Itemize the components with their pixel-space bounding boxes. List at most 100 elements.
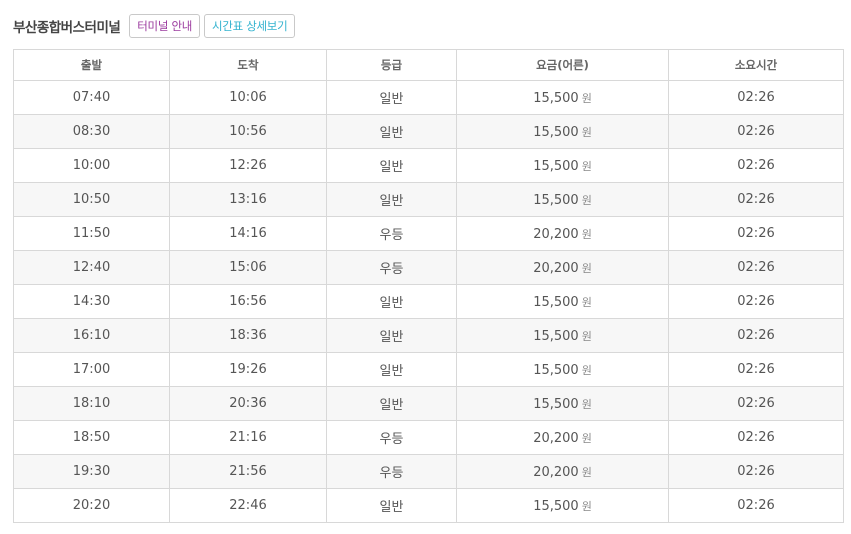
depart-time-cell: 18:10 <box>13 386 170 421</box>
terminal-header: 부산종합버스터미널 터미널 안내 시간표 상세보기 <box>13 12 299 40</box>
fare-cell: 20,200 원 <box>456 454 669 489</box>
terminal-info-button[interactable]: 터미널 안내 <box>129 14 201 38</box>
fare-amount: 15,500 <box>533 192 579 208</box>
grade-cell: 일반 <box>326 318 457 353</box>
arrive-time-cell: 13:16 <box>169 182 327 217</box>
fare-unit: 원 <box>581 499 592 513</box>
grade-cell: 일반 <box>326 182 457 217</box>
fare-amount: 20,200 <box>533 464 579 480</box>
fare-cell: 15,500 원 <box>456 318 669 353</box>
arrive-time-cell: 14:16 <box>169 216 327 251</box>
duration-cell: 02:26 <box>668 250 844 285</box>
depart-time-cell: 10:00 <box>13 148 170 183</box>
table-row: 20:20 22:46 일반 15,500 원 02:26 <box>13 488 844 523</box>
duration-cell: 02:26 <box>668 420 844 455</box>
depart-time-cell: 07:40 <box>13 80 170 115</box>
fare-unit: 원 <box>581 125 592 139</box>
arrive-time-cell: 22:46 <box>169 488 327 523</box>
fare-unit: 원 <box>581 193 592 207</box>
fare-cell: 20,200 원 <box>456 420 669 455</box>
fare-amount: 15,500 <box>533 90 579 106</box>
depart-time-cell: 12:40 <box>13 250 170 285</box>
grade-cell: 일반 <box>326 386 457 421</box>
table-row: 10:00 12:26 일반 15,500 원 02:26 <box>13 148 844 183</box>
fare-amount: 15,500 <box>533 328 579 344</box>
fare-unit: 원 <box>581 227 592 241</box>
arrive-time-cell: 20:36 <box>169 386 327 421</box>
fare-unit: 원 <box>581 261 592 275</box>
grade-cell: 일반 <box>326 284 457 319</box>
timetable-header: 출발 도착 등급 요금(어른) 소요시간 <box>13 49 844 81</box>
fare-amount: 15,500 <box>533 294 579 310</box>
arrive-time-cell: 15:06 <box>169 250 327 285</box>
timetable-detail-button[interactable]: 시간표 상세보기 <box>204 14 296 38</box>
fare-amount: 15,500 <box>533 396 579 412</box>
duration-cell: 02:26 <box>668 182 844 217</box>
fare-cell: 20,200 원 <box>456 250 669 285</box>
grade-cell: 일반 <box>326 488 457 523</box>
fare-unit: 원 <box>581 431 592 445</box>
arrive-time-cell: 19:26 <box>169 352 327 387</box>
table-row: 07:40 10:06 일반 15,500 원 02:26 <box>13 80 844 115</box>
grade-cell: 일반 <box>326 114 457 149</box>
table-row: 18:10 20:36 일반 15,500 원 02:26 <box>13 386 844 421</box>
grade-cell: 우등 <box>326 454 457 489</box>
arrive-time-cell: 10:06 <box>169 80 327 115</box>
fare-cell: 15,500 원 <box>456 80 669 115</box>
fare-cell: 15,500 원 <box>456 386 669 421</box>
arrive-time-cell: 10:56 <box>169 114 327 149</box>
fare-cell: 15,500 원 <box>456 488 669 523</box>
fare-amount: 20,200 <box>533 226 579 242</box>
depart-time-cell: 20:20 <box>13 488 170 523</box>
duration-cell: 02:26 <box>668 80 844 115</box>
col-header-fare: 요금(어른) <box>456 49 669 81</box>
fare-unit: 원 <box>581 465 592 479</box>
fare-unit: 원 <box>581 91 592 105</box>
fare-amount: 15,500 <box>533 498 579 514</box>
grade-cell: 일반 <box>326 352 457 387</box>
duration-cell: 02:26 <box>668 352 844 387</box>
duration-cell: 02:26 <box>668 454 844 489</box>
fare-cell: 15,500 원 <box>456 148 669 183</box>
table-row: 19:30 21:56 우등 20,200 원 02:26 <box>13 454 844 489</box>
fare-amount: 20,200 <box>533 430 579 446</box>
col-header-depart: 출발 <box>13 49 170 81</box>
fare-amount: 20,200 <box>533 260 579 276</box>
table-row: 12:40 15:06 우등 20,200 원 02:26 <box>13 250 844 285</box>
fare-cell: 15,500 원 <box>456 182 669 217</box>
depart-time-cell: 19:30 <box>13 454 170 489</box>
table-row: 17:00 19:26 일반 15,500 원 02:26 <box>13 352 844 387</box>
terminal-name: 부산종합버스터미널 <box>13 20 121 36</box>
col-header-grade: 등급 <box>326 49 457 81</box>
arrive-time-cell: 12:26 <box>169 148 327 183</box>
duration-cell: 02:26 <box>668 488 844 523</box>
arrive-time-cell: 18:36 <box>169 318 327 353</box>
duration-cell: 02:26 <box>668 318 844 353</box>
arrive-time-cell: 16:56 <box>169 284 327 319</box>
fare-cell: 15,500 원 <box>456 114 669 149</box>
fare-cell: 20,200 원 <box>456 216 669 251</box>
fare-amount: 15,500 <box>533 158 579 174</box>
depart-time-cell: 17:00 <box>13 352 170 387</box>
col-header-duration: 소요시간 <box>668 49 844 81</box>
grade-cell: 일반 <box>326 80 457 115</box>
grade-cell: 일반 <box>326 148 457 183</box>
timetable-body: 07:40 10:06 일반 15,500 원 02:26 08:30 10:56 일반 15,5… <box>13 80 844 523</box>
fare-unit: 원 <box>581 295 592 309</box>
fare-unit: 원 <box>581 363 592 377</box>
table-row: 14:30 16:56 일반 15,500 원 02:26 <box>13 284 844 319</box>
duration-cell: 02:26 <box>668 216 844 251</box>
grade-cell: 우등 <box>326 420 457 455</box>
grade-cell: 우등 <box>326 216 457 251</box>
arrive-time-cell: 21:16 <box>169 420 327 455</box>
table-row: 08:30 10:56 일반 15,500 원 02:26 <box>13 114 844 149</box>
duration-cell: 02:26 <box>668 386 844 421</box>
fare-unit: 원 <box>581 329 592 343</box>
table-row: 18:50 21:16 우등 20,200 원 02:26 <box>13 420 844 455</box>
table-row: 16:10 18:36 일반 15,500 원 02:26 <box>13 318 844 353</box>
table-row: 11:50 14:16 우등 20,200 원 02:26 <box>13 216 844 251</box>
fare-unit: 원 <box>581 397 592 411</box>
depart-time-cell: 08:30 <box>13 114 170 149</box>
col-header-arrive: 도착 <box>169 49 327 81</box>
duration-cell: 02:26 <box>668 114 844 149</box>
